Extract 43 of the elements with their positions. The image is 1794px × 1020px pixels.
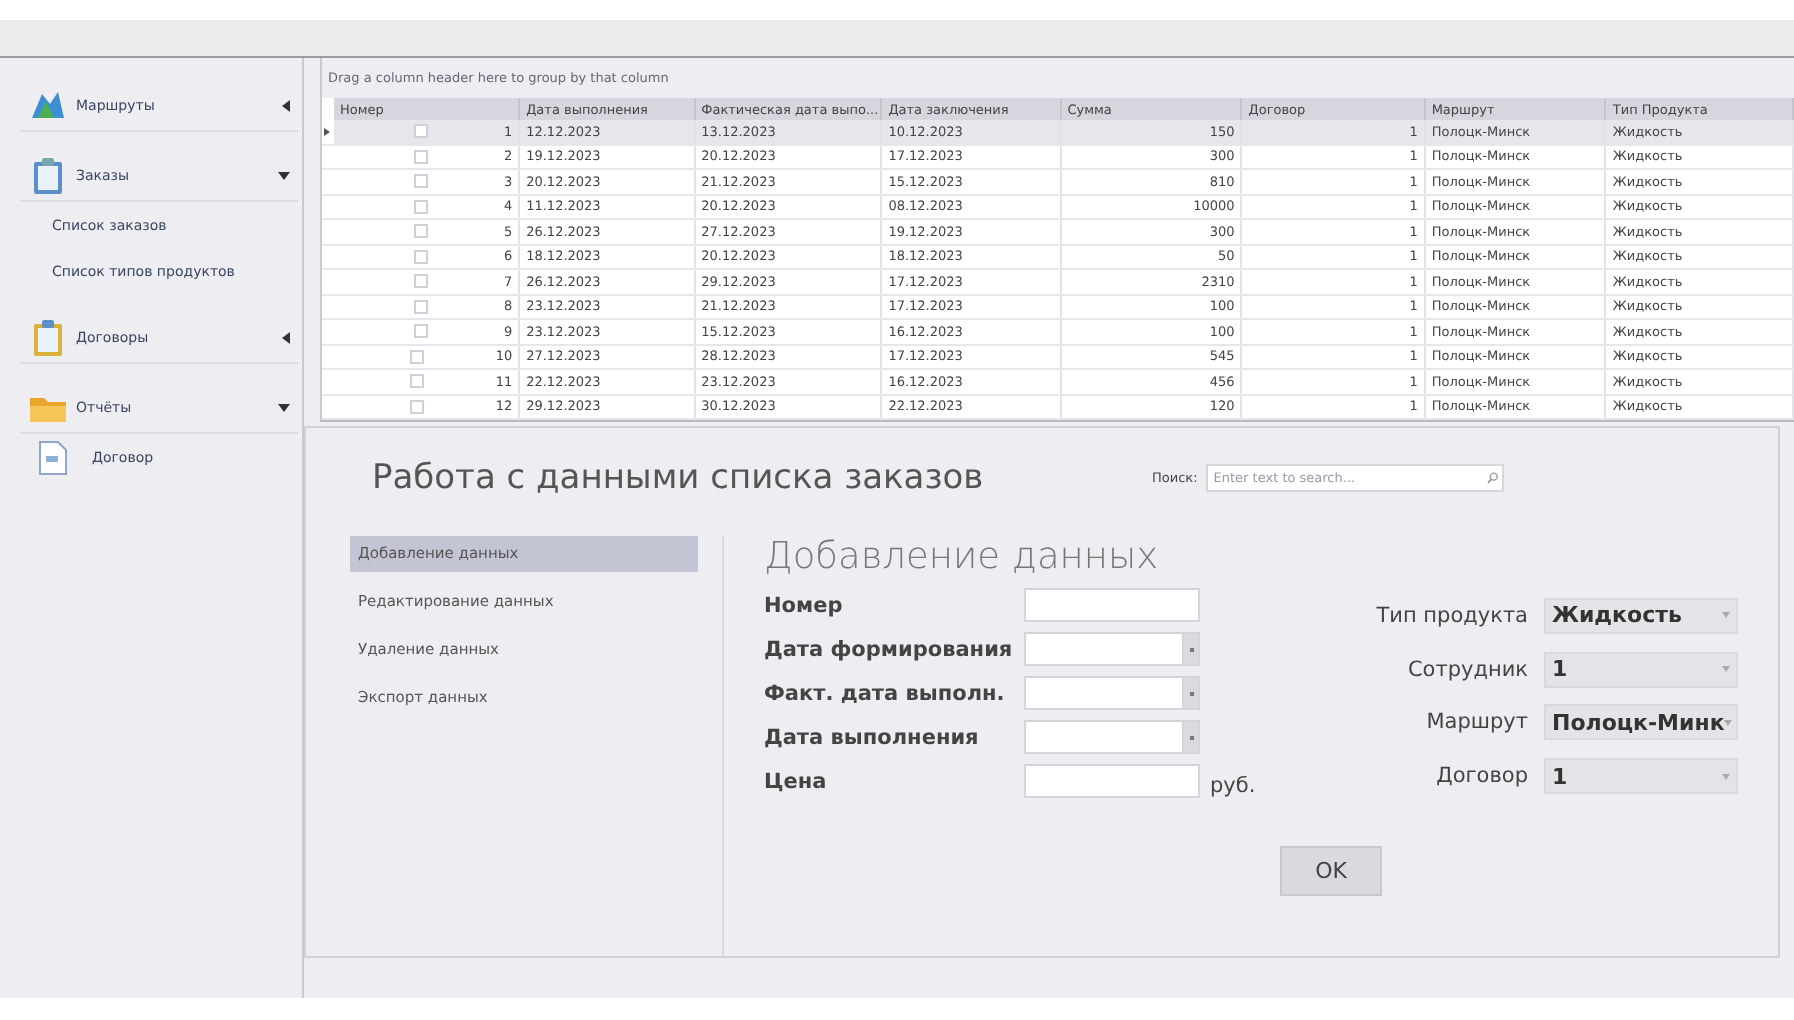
expand-arrow-icon[interactable] <box>282 100 290 112</box>
field-label: Тип продукта <box>1374 603 1530 628</box>
row-checkbox[interactable] <box>410 374 425 389</box>
date-field[interactable] <box>1024 720 1184 754</box>
row-checkbox[interactable] <box>414 199 429 214</box>
row-checkbox[interactable] <box>414 124 429 139</box>
ok-button[interactable]: OK <box>1280 846 1382 896</box>
form-heading: Добавление данных <box>764 536 1161 582</box>
input-field[interactable] <box>1024 764 1200 798</box>
dropdown-button[interactable] <box>1184 676 1200 710</box>
field-label: Дата выполнения <box>764 725 981 749</box>
row-checkbox[interactable] <box>414 249 429 264</box>
field-label: Факт. дата выполн. <box>764 681 1007 705</box>
row-checkbox[interactable] <box>410 399 425 414</box>
row-checkbox[interactable] <box>414 274 429 289</box>
field-label: Дата формирования <box>764 637 1015 661</box>
row-checkbox[interactable] <box>414 149 429 164</box>
panel-title: Работа с данными списка заказов <box>372 458 986 498</box>
field-label: Цена <box>764 769 829 793</box>
date-field[interactable] <box>1024 632 1184 666</box>
row-checkbox[interactable] <box>414 299 429 314</box>
dropdown-button[interactable] <box>1184 632 1200 666</box>
dropdown[interactable]: Жидкость <box>1544 597 1738 634</box>
row-checkbox[interactable] <box>414 224 429 239</box>
row-checkbox[interactable] <box>410 349 425 364</box>
input-field[interactable] <box>1024 588 1200 622</box>
dropdown[interactable]: Полоцк-Минк <box>1544 704 1738 741</box>
collapse-arrow-icon[interactable] <box>278 172 290 180</box>
dropdown[interactable]: 1 <box>1544 651 1738 688</box>
field-label: Сотрудник <box>1405 657 1530 682</box>
dropdown-button[interactable] <box>1184 720 1200 754</box>
dropdown[interactable]: 1 <box>1544 758 1738 795</box>
field-label: Договор <box>1434 764 1530 789</box>
clipboard-icon <box>28 156 68 196</box>
collapse-arrow-icon[interactable] <box>278 404 290 412</box>
row-checkbox[interactable] <box>414 174 429 189</box>
date-field[interactable] <box>1024 676 1184 710</box>
field-label: Номер <box>764 593 845 617</box>
unit-label: руб. <box>1210 774 1258 798</box>
expand-arrow-icon[interactable] <box>282 332 290 344</box>
row-checkbox[interactable] <box>414 324 429 339</box>
clipboard-icon <box>28 318 68 358</box>
field-label: Маршрут <box>1424 710 1530 735</box>
